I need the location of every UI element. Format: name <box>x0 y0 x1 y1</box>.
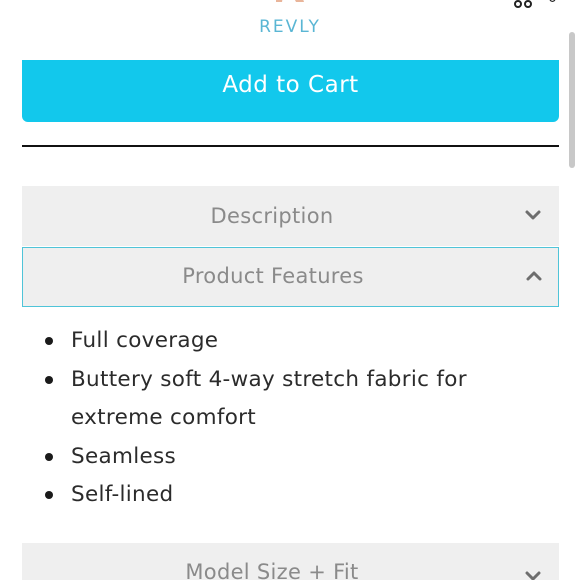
bullet-icon <box>45 337 53 345</box>
accordion-product-features-label: Product Features <box>182 264 364 288</box>
chevron-up-icon <box>526 271 542 281</box>
feature-text: Full coverage <box>71 328 219 353</box>
logo-wordmark: REVLY <box>259 17 321 37</box>
list-item: Seamless <box>40 438 540 477</box>
accordion-model-size-fit-label: Model Size + Fit <box>185 560 359 580</box>
accordion-model-size-fit[interactable]: Model Size + Fit <box>22 543 559 580</box>
add-to-cart-button[interactable]: Add to Cart <box>22 60 559 122</box>
product-features-list: Full coverage Buttery soft 4-way stretch… <box>40 322 540 515</box>
logo-mark-icon <box>276 0 304 2</box>
scrollbar-thumb[interactable] <box>569 32 575 168</box>
accordion-description[interactable]: Description <box>22 186 559 246</box>
cart-count-badge[interactable]: 0 <box>548 0 557 6</box>
list-item: Self-lined <box>40 476 540 515</box>
chevron-down-icon <box>525 210 541 220</box>
accordion-description-label: Description <box>210 204 334 228</box>
bullet-icon <box>45 375 53 384</box>
feature-text: Seamless <box>71 443 176 469</box>
logo[interactable]: REVLY <box>240 0 340 40</box>
accordion-product-features[interactable]: Product Features <box>22 247 559 307</box>
hamburger-menu-icon[interactable] <box>28 0 52 6</box>
list-item: Full coverage <box>40 322 540 361</box>
feature-text: Buttery soft 4-way stretch fabric for ex… <box>71 366 467 431</box>
bullet-icon <box>45 491 53 499</box>
divider <box>22 145 559 147</box>
feature-text: Self-lined <box>71 482 174 507</box>
list-item: Buttery soft 4-way stretch fabric for ex… <box>40 361 540 438</box>
chevron-down-icon <box>525 571 541 580</box>
product-page: REVLY 0 Add to Cart Description Product … <box>0 0 580 580</box>
bullet-icon <box>45 452 53 461</box>
cart-icon[interactable] <box>508 0 538 8</box>
